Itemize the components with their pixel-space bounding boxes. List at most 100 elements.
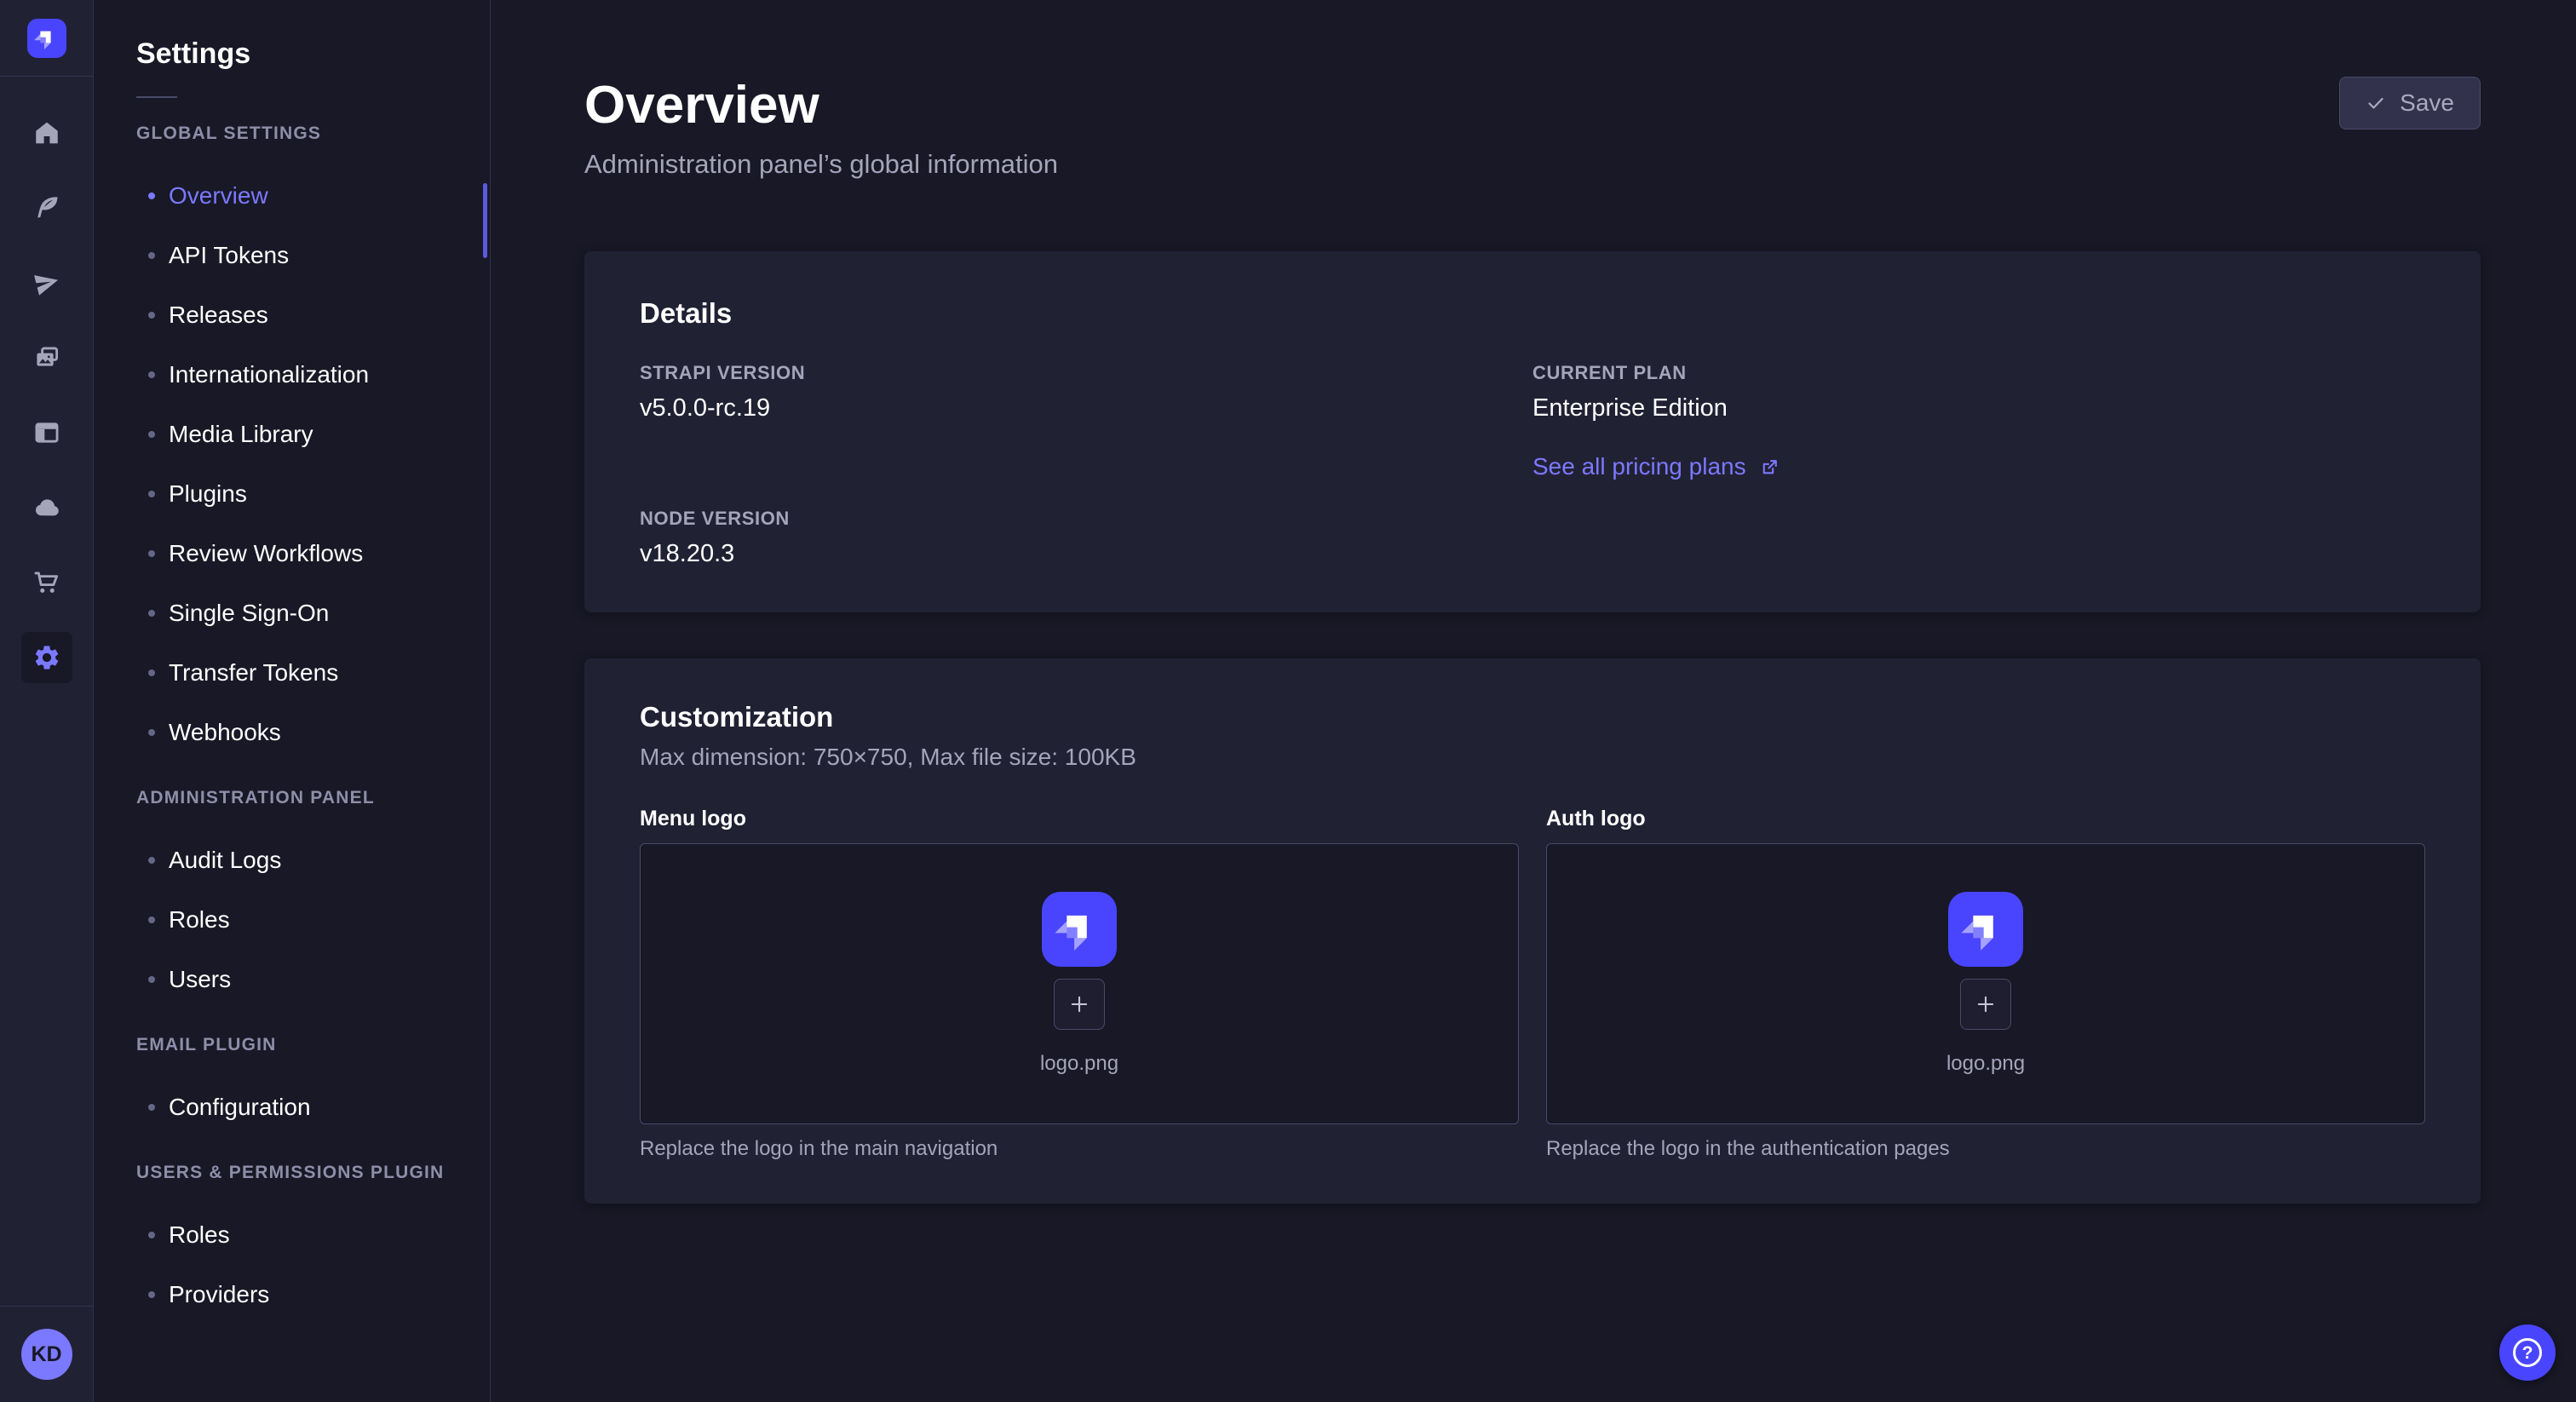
check-icon (2366, 93, 2386, 113)
field-value: v18.20.3 (640, 540, 1532, 568)
images-icon (32, 343, 61, 372)
rail-item-feather[interactable] (21, 182, 72, 233)
field-value: v5.0.0-rc.19 (640, 394, 1532, 422)
strapi-logo-icon (1948, 892, 2023, 967)
subnav-section-label: ADMINISTRATION PANEL (136, 788, 490, 808)
bullet-icon (148, 1291, 155, 1298)
node-version-field: NODE VERSION v18.20.3 (640, 508, 1532, 568)
save-button[interactable]: Save (2339, 77, 2481, 129)
bullet-icon (148, 192, 155, 199)
bullet-icon (148, 312, 155, 319)
main-content: Overview Administration panel’s global i… (491, 0, 2576, 1402)
add-logo-button[interactable] (1960, 979, 2011, 1030)
subnav-item-label: Users (169, 966, 231, 993)
rail-bottom: KD (0, 1306, 93, 1402)
subnav-section-label: EMAIL PLUGIN (136, 1035, 490, 1055)
subnav-item-review-workflows[interactable]: Review Workflows (94, 524, 490, 583)
bullet-icon (148, 729, 155, 736)
add-logo-button[interactable] (1054, 979, 1105, 1030)
rail-item-home[interactable] (21, 107, 72, 158)
subnav-item-roles[interactable]: Roles (94, 1205, 490, 1265)
rail-nav (21, 77, 72, 683)
page-subtitle: Administration panel’s global informatio… (584, 149, 1058, 180)
subnav-divider (136, 96, 177, 98)
upload-caption: Replace the logo in the authentication p… (1546, 1137, 2425, 1161)
gear-icon (32, 643, 61, 672)
subnav-scrollbar-thumb[interactable] (483, 183, 487, 258)
details-left-column: STRAPI VERSION v5.0.0-rc.19 NODE VERSION… (640, 362, 1532, 568)
subnav-item-webhooks[interactable]: Webhooks (94, 703, 490, 762)
logo-uploads: Menu logo logo.png Replace the logo in t… (640, 807, 2425, 1161)
subnav-item-label: Roles (169, 906, 230, 934)
subnav-item-label: Roles (169, 1221, 230, 1249)
rail-item-cart[interactable] (21, 557, 72, 608)
subnav-item-plugins[interactable]: Plugins (94, 464, 490, 524)
subnav-item-label: Single Sign-On (169, 600, 329, 627)
avatar[interactable]: KD (21, 1329, 72, 1380)
subnav-item-internationalization[interactable]: Internationalization (94, 345, 490, 405)
bullet-icon (148, 916, 155, 923)
rail-item-paper-plane[interactable] (21, 257, 72, 308)
field-label: STRAPI VERSION (640, 362, 1532, 384)
subnav-item-api-tokens[interactable]: API Tokens (94, 226, 490, 285)
pricing-link-label: See all pricing plans (1532, 453, 1746, 480)
upload-label: Auth logo (1546, 807, 2425, 831)
upload-caption: Replace the logo in the main navigation (640, 1137, 1519, 1161)
subnav-section-label: USERS & PERMISSIONS PLUGIN (136, 1163, 490, 1183)
upload-filename: logo.png (1040, 1052, 1118, 1076)
field-label: CURRENT PLAN (1532, 362, 2425, 384)
subnav-item-label: Media Library (169, 421, 313, 448)
bullet-icon (148, 669, 155, 676)
subnav-item-users[interactable]: Users (94, 950, 490, 1009)
pricing-plans-link[interactable]: See all pricing plans (1532, 453, 1780, 480)
subnav-item-roles[interactable]: Roles (94, 890, 490, 950)
subnav-title: Settings (136, 37, 490, 71)
bullet-icon (148, 610, 155, 617)
cart-icon (32, 568, 61, 597)
subnav-item-overview[interactable]: Overview (94, 166, 490, 226)
subnav-item-label: Releases (169, 302, 268, 329)
subnav-item-releases[interactable]: Releases (94, 285, 490, 345)
bullet-icon (148, 252, 155, 259)
menu-logo-dropzone[interactable]: logo.png (640, 843, 1519, 1124)
subnav-section-label: GLOBAL SETTINGS (136, 124, 490, 144)
subnav-item-label: Audit Logs (169, 847, 281, 874)
subnav-item-label: Providers (169, 1281, 269, 1308)
question-icon: ? (2513, 1338, 2542, 1367)
subnav-item-audit-logs[interactable]: Audit Logs (94, 830, 490, 890)
subnav-item-label: API Tokens (169, 242, 289, 269)
rail-item-images[interactable] (21, 332, 72, 383)
bullet-icon (148, 371, 155, 378)
help-button[interactable]: ? (2499, 1324, 2556, 1381)
page-header: Overview Administration panel’s global i… (584, 0, 2481, 180)
auth-logo-upload: Auth logo logo.png Replace the logo in t… (1546, 807, 2425, 1161)
upload-label: Menu logo (640, 807, 1519, 831)
strapi-logo-icon[interactable] (27, 19, 66, 58)
plus-icon (1067, 992, 1091, 1016)
subnav-item-providers[interactable]: Providers (94, 1265, 490, 1324)
subnav-item-transfer-tokens[interactable]: Transfer Tokens (94, 643, 490, 703)
cloud-icon (32, 493, 61, 522)
current-plan-field: CURRENT PLAN Enterprise Edition (1532, 362, 2425, 422)
rail-item-layout[interactable] (21, 407, 72, 458)
subnav-item-configuration[interactable]: Configuration (94, 1077, 490, 1137)
details-right-column: CURRENT PLAN Enterprise Edition See all … (1532, 362, 2425, 568)
field-value: Enterprise Edition (1532, 394, 2425, 422)
auth-logo-dropzone[interactable]: logo.png (1546, 843, 2425, 1124)
bullet-icon (148, 550, 155, 557)
details-card: Details STRAPI VERSION v5.0.0-rc.19 NODE… (584, 251, 2481, 612)
rail-item-cloud[interactable] (21, 482, 72, 533)
main-nav-rail: KD (0, 0, 94, 1402)
subnav-item-single-sign-on[interactable]: Single Sign-On (94, 583, 490, 643)
save-button-label: Save (2400, 89, 2454, 117)
external-link-icon (1759, 457, 1780, 478)
bullet-icon (148, 1232, 155, 1238)
subnav-item-label: Overview (169, 182, 268, 210)
feather-icon (32, 193, 61, 222)
subnav-sections: GLOBAL SETTINGS Overview API Tokens Release… (94, 124, 490, 1324)
rail-item-gear[interactable] (21, 632, 72, 683)
customization-card: Customization Max dimension: 750×750, Ma… (584, 658, 2481, 1204)
details-card-title: Details (640, 297, 2425, 330)
subnav-item-media-library[interactable]: Media Library (94, 405, 490, 464)
strapi-admin-app: KD Settings GLOBAL SETTINGS Overview API T… (0, 0, 2576, 1402)
